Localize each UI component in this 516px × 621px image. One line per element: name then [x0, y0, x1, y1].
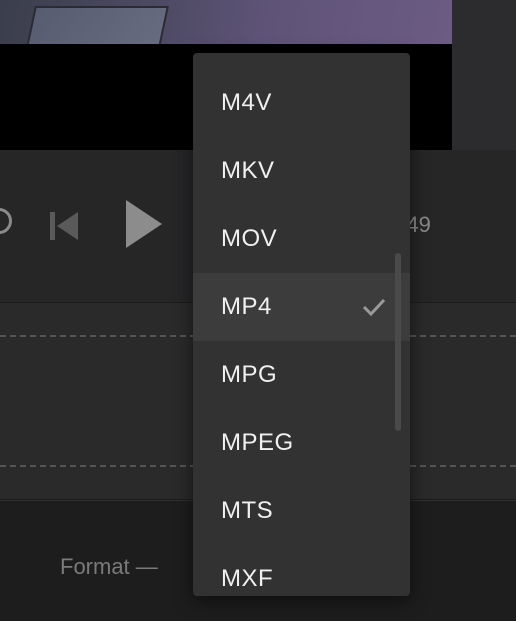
format-option-mkv[interactable]: MKV: [193, 137, 410, 205]
skip-previous-icon[interactable]: [48, 210, 80, 242]
loop-icon[interactable]: [0, 208, 12, 234]
format-option-label: MPEG: [221, 429, 294, 456]
format-option-label: MP4: [221, 293, 272, 320]
format-option-label: M4V: [221, 89, 272, 116]
format-option-mts[interactable]: MTS: [193, 477, 410, 545]
format-option-label: MPG: [221, 361, 278, 388]
format-option-label: MOV: [221, 225, 278, 252]
check-icon: [362, 298, 386, 317]
format-label: Format —: [60, 554, 158, 579]
side-panel: [452, 0, 516, 150]
format-option-mxf[interactable]: MXF: [193, 545, 410, 596]
video-frame-content: [17, 6, 169, 44]
format-option-mpg[interactable]: MPG: [193, 341, 410, 409]
format-option-mpeg[interactable]: MPEG: [193, 409, 410, 477]
format-option-m4v[interactable]: M4V: [193, 69, 410, 137]
format-dropdown-menu[interactable]: M4V MKV MOV MP4 MPG MPEG MTS MXF: [193, 53, 410, 596]
format-option-label: MTS: [221, 497, 274, 524]
play-icon[interactable]: [124, 198, 164, 250]
format-option-label: MXF: [221, 565, 274, 592]
format-option-mp4[interactable]: MP4: [193, 273, 410, 341]
menu-scrollbar[interactable]: [395, 253, 401, 431]
format-option-mov[interactable]: MOV: [193, 205, 410, 273]
format-option-label: MKV: [221, 157, 275, 184]
video-frame: [0, 0, 452, 44]
